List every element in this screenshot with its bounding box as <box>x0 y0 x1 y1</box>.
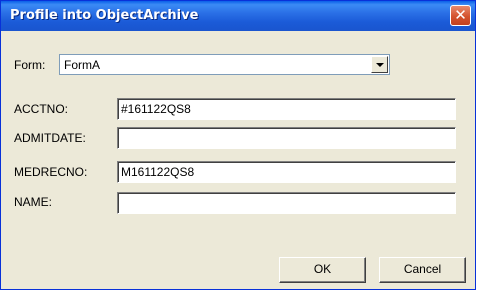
dialog-window: Profile into ObjectArchive ✕ Form: FormA… <box>0 0 476 290</box>
chevron-down-icon[interactable] <box>371 56 388 73</box>
window-title: Profile into ObjectArchive <box>10 8 199 23</box>
form-select[interactable]: FormA <box>59 54 390 75</box>
ok-button[interactable]: OK <box>279 257 366 283</box>
admitdate-label: ADMITDATE: <box>14 131 86 145</box>
form-label: Form: <box>14 58 46 72</box>
medrecno-label: MEDRECNO: <box>14 165 88 179</box>
admitdate-field[interactable] <box>117 127 456 149</box>
cancel-button[interactable]: Cancel <box>379 257 466 283</box>
acctno-field[interactable]: #161122QS8 <box>117 98 456 120</box>
dialog-body: Form: FormA ACCTNO: #161122QS8 ADMITDATE… <box>4 31 472 286</box>
close-button[interactable]: ✕ <box>450 5 471 26</box>
form-select-value: FormA <box>64 58 100 72</box>
medrecno-field[interactable]: M161122QS8 <box>117 161 456 183</box>
close-icon: ✕ <box>454 6 467 24</box>
name-label: NAME: <box>14 195 53 209</box>
name-field[interactable] <box>117 192 456 214</box>
acctno-label: ACCTNO: <box>14 102 68 116</box>
title-bar[interactable]: Profile into ObjectArchive ✕ <box>1 1 475 31</box>
